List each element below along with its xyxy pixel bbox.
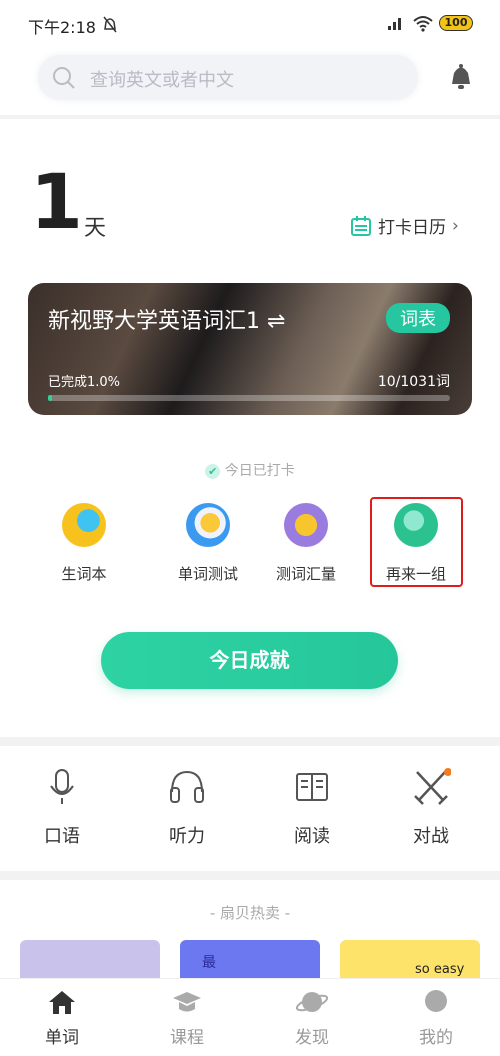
skill-listening[interactable]: 听力: [137, 768, 237, 848]
progress-fill: [48, 395, 53, 401]
book-title: 新视野大学英语词汇1: [48, 309, 260, 334]
check-icon: ✔: [205, 464, 221, 479]
tool-label: 单词测试: [177, 565, 238, 583]
tool-word-test[interactable]: 单词测试: [158, 503, 258, 584]
planet-icon: [295, 992, 329, 1012]
product-text: so easy: [415, 962, 465, 977]
skill-label: 对战: [413, 826, 449, 847]
search-placeholder: 查询英文或者中文: [90, 70, 234, 91]
tool-vocab-size[interactable]: 测词汇量: [256, 503, 356, 584]
divider: [0, 115, 500, 119]
skill-reading[interactable]: 阅读: [262, 768, 362, 848]
nav-words[interactable]: 单词: [12, 989, 112, 1048]
checked-today: ✔ 今日已打卡: [0, 460, 500, 480]
divider: [0, 737, 500, 746]
checkin-days: 1: [30, 157, 83, 246]
skill-battle[interactable]: 对战: [381, 768, 481, 848]
tool-label: 生词本: [61, 565, 107, 583]
switch-icon: ⇌: [267, 309, 286, 334]
skill-speaking[interactable]: 口语: [12, 768, 112, 848]
word-test-icon: [186, 503, 230, 547]
nav-label: 单词: [45, 1028, 79, 1048]
calendar-icon: [351, 215, 371, 236]
skill-label: 口语: [44, 826, 80, 847]
checked-today-label: 今日已打卡: [224, 463, 295, 479]
tool-vocab-book[interactable]: 生词本: [34, 503, 134, 584]
product-text: 最: [202, 955, 216, 971]
graduation-cap-icon: [173, 992, 201, 1012]
word-count: 10/1031词: [377, 374, 450, 390]
tool-label: 测词汇量: [275, 565, 336, 583]
bell-off-icon: [103, 16, 117, 33]
search-icon: [53, 67, 75, 89]
book-card[interactable]: 新视野大学英语词汇1 ⇌ 词表 已完成1.0% 10/1031词: [28, 283, 472, 415]
hot-section-title: - 扇贝热卖 -: [209, 904, 291, 922]
nav-me[interactable]: 我的: [386, 989, 486, 1048]
status-time: 下午2:18: [28, 18, 96, 37]
home-icon: [49, 991, 75, 1014]
word-list-button[interactable]: 词表: [386, 303, 450, 333]
progress-bar: [48, 395, 450, 401]
microphone-icon: [50, 769, 74, 804]
calendar-label: 打卡日历: [378, 218, 446, 238]
search-input[interactable]: 查询英文或者中文: [38, 55, 418, 100]
highlight-box: [370, 497, 463, 587]
skill-label: 听力: [169, 826, 205, 847]
chevron-right-icon: ›: [452, 215, 459, 236]
nav-courses[interactable]: 课程: [137, 989, 237, 1048]
wifi-icon: [413, 16, 433, 32]
nav-discover[interactable]: 发现: [262, 989, 362, 1048]
book-icon: [296, 773, 328, 801]
checkin-calendar-link[interactable]: 打卡日历 ›: [350, 213, 459, 238]
battery-indicator: 100: [439, 15, 473, 31]
product-card[interactable]: [20, 940, 160, 980]
nav-label: 课程: [170, 1028, 204, 1048]
product-card[interactable]: so easy: [340, 940, 480, 980]
notification-bell-icon[interactable]: [449, 63, 473, 91]
bottom-nav: 单词 课程 发现 我的: [0, 978, 500, 1056]
vocab-chart-icon: [284, 503, 328, 547]
divider: [0, 871, 500, 880]
skill-label: 阅读: [294, 826, 330, 847]
progress-label: 已完成1.0%: [48, 375, 121, 390]
checkin-days-unit: 天: [84, 216, 107, 241]
nav-label: 我的: [419, 1028, 453, 1048]
crossed-swords-icon: [414, 768, 452, 805]
achievement-button[interactable]: 今日成就: [101, 632, 398, 689]
nav-label: 发现: [295, 1028, 329, 1048]
headphones-icon: [170, 770, 204, 803]
product-card[interactable]: 最: [180, 940, 320, 980]
signal-icon: [388, 18, 401, 30]
avatar-icon: [425, 990, 447, 1012]
status-bar: 下午2:18 100: [0, 0, 500, 45]
book-switch[interactable]: 新视野大学英语词汇1 ⇌: [48, 303, 285, 335]
notebook-pen-icon: [62, 503, 106, 547]
